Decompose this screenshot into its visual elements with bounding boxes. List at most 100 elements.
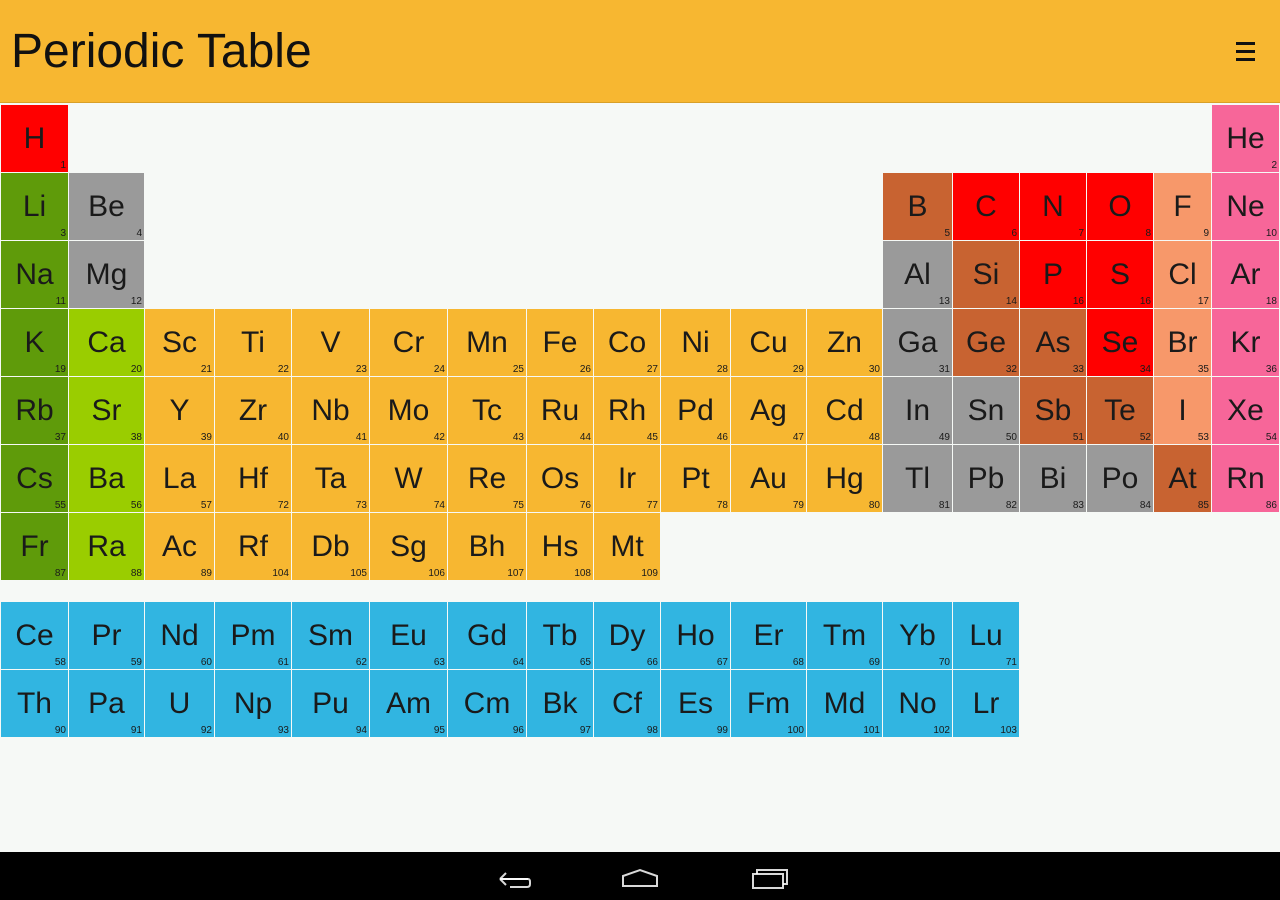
element-cell-ne[interactable]: Ne 10 <box>1212 173 1279 240</box>
element-cell-es[interactable]: Es 99 <box>661 670 730 737</box>
element-cell-pu[interactable]: Pu 94 <box>292 670 369 737</box>
element-cell-f[interactable]: F9 <box>1154 173 1211 240</box>
element-cell-s[interactable]: S 16 <box>1087 241 1153 308</box>
element-cell-h[interactable]: H1 <box>1 105 68 172</box>
element-cell-hg[interactable]: Hg 80 <box>807 445 882 512</box>
element-cell-ga[interactable]: Ga 31 <box>883 309 952 376</box>
element-cell-bk[interactable]: Bk 97 <box>527 670 593 737</box>
element-cell-p[interactable]: P 16 <box>1020 241 1086 308</box>
element-cell-pa[interactable]: Pa 91 <box>69 670 144 737</box>
element-cell-pr[interactable]: Pr 59 <box>69 602 144 669</box>
element-cell-o[interactable]: O8 <box>1087 173 1153 240</box>
element-cell-pb[interactable]: Pb 82 <box>953 445 1019 512</box>
element-cell-sg[interactable]: Sg 106 <box>370 513 447 580</box>
element-cell-tm[interactable]: Tm 69 <box>807 602 882 669</box>
element-cell-ta[interactable]: Ta 73 <box>292 445 369 512</box>
element-cell-cu[interactable]: Cu 29 <box>731 309 806 376</box>
element-cell-pd[interactable]: Pd 46 <box>661 377 730 444</box>
element-cell-mn[interactable]: Mn 25 <box>448 309 526 376</box>
element-cell-rb[interactable]: Rb 37 <box>1 377 68 444</box>
element-cell-ar[interactable]: Ar 18 <box>1212 241 1279 308</box>
element-cell-au[interactable]: Au 79 <box>731 445 806 512</box>
element-cell-ti[interactable]: Ti 22 <box>215 309 291 376</box>
element-cell-rf[interactable]: Rf 104 <box>215 513 291 580</box>
element-cell-pm[interactable]: Pm 61 <box>215 602 291 669</box>
element-cell-i[interactable]: I 53 <box>1154 377 1211 444</box>
element-cell-kr[interactable]: Kr 36 <box>1212 309 1279 376</box>
element-cell-co[interactable]: Co 27 <box>594 309 660 376</box>
element-cell-be[interactable]: Be 4 <box>69 173 144 240</box>
element-cell-bi[interactable]: Bi 83 <box>1020 445 1086 512</box>
element-cell-fr[interactable]: Fr 87 <box>1 513 68 580</box>
element-cell-sr[interactable]: Sr 38 <box>69 377 144 444</box>
element-cell-er[interactable]: Er 68 <box>731 602 806 669</box>
home-icon[interactable] <box>616 860 664 894</box>
element-cell-dy[interactable]: Dy 66 <box>594 602 660 669</box>
element-cell-at[interactable]: At 85 <box>1154 445 1211 512</box>
element-cell-b[interactable]: B5 <box>883 173 952 240</box>
element-cell-ra[interactable]: Ra 88 <box>69 513 144 580</box>
element-cell-rn[interactable]: Rn 86 <box>1212 445 1279 512</box>
element-cell-mg[interactable]: Mg 12 <box>69 241 144 308</box>
element-cell-al[interactable]: Al 13 <box>883 241 952 308</box>
element-cell-ba[interactable]: Ba 56 <box>69 445 144 512</box>
element-cell-zn[interactable]: Zn 30 <box>807 309 882 376</box>
element-cell-sm[interactable]: Sm 62 <box>292 602 369 669</box>
element-cell-na[interactable]: Na 11 <box>1 241 68 308</box>
element-cell-tc[interactable]: Tc 43 <box>448 377 526 444</box>
element-cell-xe[interactable]: Xe 54 <box>1212 377 1279 444</box>
element-cell-ce[interactable]: Ce 58 <box>1 602 68 669</box>
element-cell-cf[interactable]: Cf 98 <box>594 670 660 737</box>
element-cell-ni[interactable]: Ni 28 <box>661 309 730 376</box>
element-cell-po[interactable]: Po 84 <box>1087 445 1153 512</box>
element-cell-se[interactable]: Se 34 <box>1087 309 1153 376</box>
element-cell-tb[interactable]: Tb 65 <box>527 602 593 669</box>
element-cell-nb[interactable]: Nb 41 <box>292 377 369 444</box>
back-icon[interactable] <box>488 860 536 894</box>
element-cell-rh[interactable]: Rh 45 <box>594 377 660 444</box>
element-cell-mt[interactable]: Mt 109 <box>594 513 660 580</box>
element-cell-ag[interactable]: Ag 47 <box>731 377 806 444</box>
element-cell-as[interactable]: As 33 <box>1020 309 1086 376</box>
element-cell-he[interactable]: He 2 <box>1212 105 1279 172</box>
element-cell-ge[interactable]: Ge 32 <box>953 309 1019 376</box>
element-cell-am[interactable]: Am 95 <box>370 670 447 737</box>
element-cell-bh[interactable]: Bh 107 <box>448 513 526 580</box>
element-cell-k[interactable]: K 19 <box>1 309 68 376</box>
element-cell-hs[interactable]: Hs 108 <box>527 513 593 580</box>
element-cell-la[interactable]: La 57 <box>145 445 214 512</box>
element-cell-os[interactable]: Os 76 <box>527 445 593 512</box>
element-cell-hf[interactable]: Hf 72 <box>215 445 291 512</box>
element-cell-np[interactable]: Np 93 <box>215 670 291 737</box>
element-cell-cm[interactable]: Cm 96 <box>448 670 526 737</box>
element-cell-n[interactable]: N7 <box>1020 173 1086 240</box>
element-cell-fm[interactable]: Fm 100 <box>731 670 806 737</box>
element-cell-cl[interactable]: Cl 17 <box>1154 241 1211 308</box>
element-cell-lu[interactable]: Lu 71 <box>953 602 1019 669</box>
element-cell-md[interactable]: Md 101 <box>807 670 882 737</box>
element-cell-pt[interactable]: Pt 78 <box>661 445 730 512</box>
element-cell-c[interactable]: C6 <box>953 173 1019 240</box>
element-cell-tl[interactable]: Tl 81 <box>883 445 952 512</box>
element-cell-re[interactable]: Re 75 <box>448 445 526 512</box>
element-cell-eu[interactable]: Eu 63 <box>370 602 447 669</box>
element-cell-mo[interactable]: Mo 42 <box>370 377 447 444</box>
element-cell-sb[interactable]: Sb 51 <box>1020 377 1086 444</box>
element-cell-u[interactable]: U 92 <box>145 670 214 737</box>
element-cell-lr[interactable]: Lr 103 <box>953 670 1019 737</box>
element-cell-ir[interactable]: Ir 77 <box>594 445 660 512</box>
element-cell-th[interactable]: Th 90 <box>1 670 68 737</box>
element-cell-ru[interactable]: Ru 44 <box>527 377 593 444</box>
element-cell-ca[interactable]: Ca 20 <box>69 309 144 376</box>
element-cell-cs[interactable]: Cs 55 <box>1 445 68 512</box>
element-cell-ac[interactable]: Ac 89 <box>145 513 214 580</box>
element-cell-gd[interactable]: Gd 64 <box>448 602 526 669</box>
element-cell-te[interactable]: Te 52 <box>1087 377 1153 444</box>
element-cell-in[interactable]: In 49 <box>883 377 952 444</box>
element-cell-sc[interactable]: Sc 21 <box>145 309 214 376</box>
element-cell-br[interactable]: Br 35 <box>1154 309 1211 376</box>
element-cell-no[interactable]: No 102 <box>883 670 952 737</box>
element-cell-li[interactable]: Li 3 <box>1 173 68 240</box>
element-cell-zr[interactable]: Zr 40 <box>215 377 291 444</box>
element-cell-cd[interactable]: Cd 48 <box>807 377 882 444</box>
